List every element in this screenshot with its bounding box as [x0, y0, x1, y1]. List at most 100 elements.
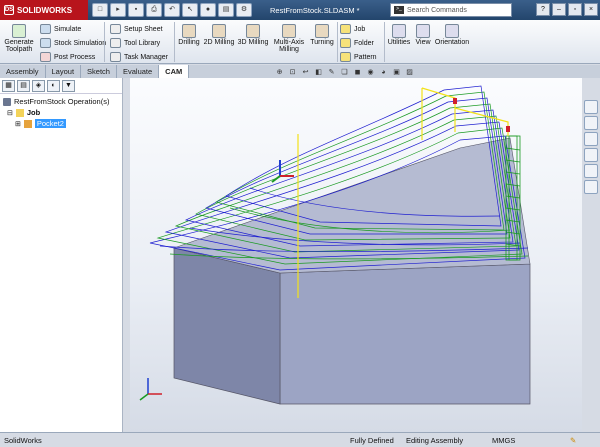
tool-library-button[interactable]: Tool Library: [110, 38, 160, 48]
2d-milling-button[interactable]: 2D Milling: [203, 24, 235, 46]
pocket-operation-icon: [23, 119, 32, 128]
generate-toolpath-icon: [12, 24, 26, 38]
operation-tree: RestFromStock Operation(s) ⊟ Job ⊞ Pocke…: [0, 94, 122, 131]
job-folder-icon: [15, 108, 24, 117]
appearances-icon[interactable]: [584, 164, 598, 178]
command-manager-ribbon: Generate Toolpath Simulate Stock Simulat…: [0, 20, 600, 64]
utilities-button[interactable]: Utilities: [386, 24, 412, 46]
open-icon[interactable]: ▸: [110, 3, 126, 17]
solidworks-logo[interactable]: DS SOLIDWORKS: [0, 0, 88, 20]
zoom-area-icon[interactable]: ⊡: [288, 69, 297, 77]
tree-item-pocket[interactable]: ⊞ Pocket2: [3, 118, 119, 129]
display-manager-icon[interactable]: ◐: [47, 80, 60, 92]
search-commands-input[interactable]: >_ Search Commands: [390, 3, 512, 17]
tab-assembly[interactable]: Assembly: [0, 65, 46, 78]
close-button[interactable]: ×: [584, 3, 598, 16]
ribbon-separator: [384, 22, 385, 62]
orientation-button[interactable]: Orientation: [434, 24, 470, 46]
folder-button[interactable]: Folder: [340, 38, 374, 48]
status-app-name: SolidWorks: [4, 436, 42, 445]
tree-item-job[interactable]: ⊟ Job: [3, 107, 119, 118]
tree-item-root[interactable]: RestFromStock Operation(s): [3, 96, 119, 107]
solidworks-resources-icon[interactable]: [584, 100, 598, 114]
view-orientation-icon[interactable]: ❏: [340, 69, 349, 77]
3d-milling-icon: [246, 24, 260, 38]
save-icon[interactable]: ▪: [128, 3, 144, 17]
manager-tabs: ▦ ▤ ◈ ◐ ▼: [0, 78, 122, 94]
stock-side-face: [173, 247, 281, 405]
feature-manager-icon[interactable]: ▦: [2, 80, 15, 92]
tab-cam[interactable]: CAM: [159, 65, 190, 78]
graphics-viewport[interactable]: [130, 78, 582, 432]
new-document-icon[interactable]: □: [92, 3, 108, 17]
stock-front-face: [279, 263, 531, 405]
file-explorer-icon[interactable]: [584, 132, 598, 146]
ribbon-separator: [174, 22, 175, 62]
view-button[interactable]: View: [413, 24, 433, 46]
restore-button[interactable]: ▫: [568, 3, 582, 16]
generate-toolpath-button[interactable]: Generate Toolpath: [3, 24, 35, 53]
folder-icon: [340, 38, 351, 48]
ds-logo-icon: DS: [4, 5, 14, 15]
print-icon[interactable]: ⎙: [146, 3, 162, 17]
job-button[interactable]: Job: [340, 24, 365, 34]
expand-icon[interactable]: ⊞: [15, 120, 21, 128]
turning-icon: [315, 24, 329, 38]
status-definition: Fully Defined: [350, 436, 394, 445]
multi-axis-milling-button[interactable]: Multi-Axis Milling: [271, 24, 307, 53]
multi-axis-milling-icon: [282, 24, 296, 38]
post-process-button[interactable]: Post Process: [40, 52, 95, 62]
search-scope-icon[interactable]: >_: [394, 6, 404, 14]
3d-milling-button[interactable]: 3D Milling: [237, 24, 269, 46]
status-bar: SolidWorks Fully Defined Editing Assembl…: [0, 432, 600, 447]
view-orientation-triad: [139, 378, 162, 401]
status-units[interactable]: MMGS: [492, 436, 515, 445]
view-settings-icon[interactable]: ▨: [405, 69, 414, 77]
view-icon: [416, 24, 430, 38]
tab-layout[interactable]: Layout: [46, 65, 82, 78]
edit-pencil-icon[interactable]: ✎: [570, 436, 576, 445]
custom-properties-icon[interactable]: [584, 180, 598, 194]
apply-scene-icon[interactable]: ▣: [392, 69, 401, 77]
select-icon[interactable]: ↖: [182, 3, 198, 17]
drilling-icon: [182, 24, 196, 38]
orientation-icon: [445, 24, 459, 38]
design-library-icon[interactable]: [584, 116, 598, 130]
stock-simulation-button[interactable]: Stock Simulation: [40, 38, 106, 48]
toolpath-scene: [139, 85, 531, 405]
turning-button[interactable]: Turning: [309, 24, 335, 46]
document-title: RestFromStock.SLDASM *: [270, 5, 360, 15]
cam-operation-tree-icon[interactable]: ▼: [62, 80, 75, 92]
panel-splitter[interactable]: [123, 78, 130, 432]
tool-library-icon: [110, 38, 121, 48]
operations-icon: [3, 97, 11, 106]
dynamic-annotation-icon[interactable]: ✎: [327, 69, 336, 77]
tab-sketch[interactable]: Sketch: [81, 65, 117, 78]
simulate-button[interactable]: Simulate: [40, 24, 81, 34]
status-mode: Editing Assembly: [406, 436, 464, 445]
pattern-button[interactable]: Pattern: [340, 52, 377, 62]
pattern-icon: [340, 52, 351, 62]
file-properties-icon[interactable]: ▤: [218, 3, 234, 17]
setup-sheet-icon: [110, 24, 121, 34]
setup-sheet-button[interactable]: Setup Sheet: [110, 24, 163, 34]
undo-icon[interactable]: ↶: [164, 3, 180, 17]
display-style-icon[interactable]: ◼: [353, 69, 362, 77]
rebuild-icon[interactable]: ●: [200, 3, 216, 17]
hide-show-items-icon[interactable]: ◉: [366, 69, 375, 77]
minimize-button[interactable]: –: [552, 3, 566, 16]
tab-evaluate[interactable]: Evaluate: [117, 65, 160, 78]
collapse-icon[interactable]: ⊟: [7, 109, 13, 117]
help-icon[interactable]: ?: [536, 3, 550, 16]
configuration-manager-icon[interactable]: ◈: [32, 80, 45, 92]
task-pane-tabs: [582, 100, 600, 220]
task-manager-button[interactable]: Task Manager: [110, 52, 168, 62]
options-icon[interactable]: ⚙: [236, 3, 252, 17]
view-palette-icon[interactable]: [584, 148, 598, 162]
zoom-to-fit-icon[interactable]: ⊕: [275, 69, 284, 77]
drilling-button[interactable]: Drilling: [177, 24, 201, 46]
section-view-icon[interactable]: ◧: [314, 69, 323, 77]
edit-appearance-icon[interactable]: ◕: [379, 69, 388, 77]
property-manager-icon[interactable]: ▤: [17, 80, 30, 92]
previous-view-icon[interactable]: ↩: [301, 69, 310, 77]
